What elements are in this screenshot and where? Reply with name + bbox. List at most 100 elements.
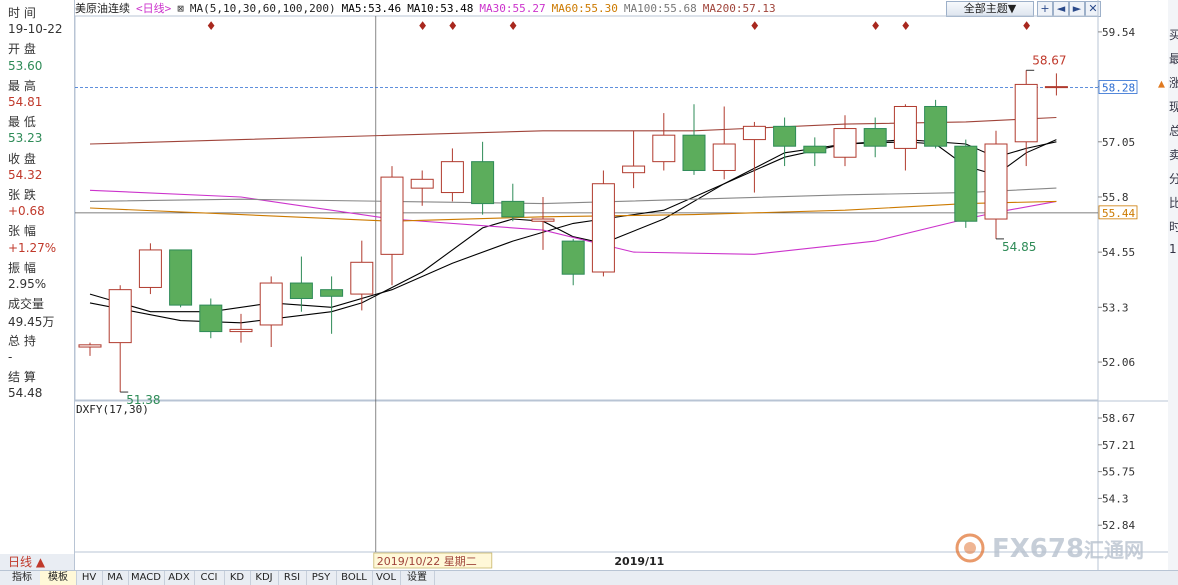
y-tick-label: 55.8 bbox=[1102, 191, 1129, 204]
right-strip-label: 1 bbox=[1169, 242, 1177, 256]
info-field: 2.95% bbox=[8, 277, 47, 291]
info-field: 结 算 bbox=[8, 370, 36, 384]
price-chart[interactable]: 59.5458.357.0555.854.5553.352.0658.6758.… bbox=[75, 0, 1168, 570]
indicator-tab[interactable]: HV bbox=[76, 571, 103, 585]
info-field: 最 低 bbox=[8, 115, 36, 130]
right-strip-label: 分 bbox=[1169, 172, 1178, 186]
candle-body bbox=[742, 125, 766, 141]
candle-body bbox=[440, 161, 464, 194]
info-field: 张 跌 bbox=[8, 188, 36, 202]
indicator-tab[interactable]: KDJ bbox=[250, 571, 279, 585]
info-field: 54.48 bbox=[8, 386, 43, 401]
candle-body bbox=[169, 249, 193, 306]
indicator-tick-label-right: 57.21 bbox=[1102, 439, 1135, 452]
event-marker-icon: ♦ bbox=[447, 19, 458, 33]
indicator-tab[interactable]: KD bbox=[224, 571, 251, 585]
indicator-tab[interactable]: 设置 bbox=[400, 571, 435, 585]
candle-body bbox=[833, 128, 857, 158]
y-tick-label: 59.54 bbox=[1102, 26, 1135, 39]
candle-body bbox=[561, 240, 585, 275]
indicator-tab[interactable]: CCI bbox=[194, 571, 225, 585]
candle-body bbox=[289, 282, 313, 299]
y-tick-label: 53.3 bbox=[1102, 301, 1129, 314]
indicator-tab[interactable]: 指标 bbox=[4, 571, 41, 585]
right-quote-strip: 买最涨现总卖分比时 1 bbox=[1168, 0, 1178, 584]
candle-body bbox=[773, 125, 797, 147]
y-tick-label: 54.55 bbox=[1102, 246, 1135, 259]
candle-body bbox=[229, 328, 253, 333]
watermark-text: FX678 bbox=[992, 534, 1084, 564]
candle-body bbox=[712, 143, 736, 171]
last-price-arrow-icon: ▲ bbox=[1158, 80, 1165, 90]
candle-body bbox=[78, 344, 102, 348]
main-plot-frame bbox=[75, 15, 1099, 401]
right-strip-label: 比 bbox=[1169, 196, 1178, 210]
candle-body bbox=[1014, 83, 1038, 143]
indicator-tab[interactable]: ADX bbox=[164, 571, 195, 585]
info-field: 53.23 bbox=[8, 131, 43, 146]
candle-body bbox=[259, 282, 283, 326]
indicator-tab[interactable]: 模板 bbox=[40, 571, 77, 585]
candle-body bbox=[1044, 86, 1068, 89]
info-field: 收 盘 bbox=[8, 151, 36, 166]
info-field: 49.45万 bbox=[8, 315, 55, 330]
indicator-tab[interactable]: BOLL bbox=[336, 571, 373, 585]
indicator-tick-label-right: 55.75 bbox=[1102, 466, 1135, 479]
candle-body bbox=[984, 143, 1008, 220]
indicator-tick-label-right: 58.67 bbox=[1102, 412, 1135, 425]
event-marker-icon: ♦ bbox=[508, 19, 519, 33]
event-marker-icon: ♦ bbox=[417, 19, 428, 33]
info-field: 总 持 bbox=[8, 333, 36, 348]
candle-body bbox=[622, 165, 646, 174]
candle-body bbox=[138, 249, 162, 288]
info-field: 张 幅 bbox=[8, 224, 36, 239]
info-field: +1.27% bbox=[8, 240, 57, 255]
right-strip-label: 涨 bbox=[1169, 76, 1178, 90]
right-strip-label: 买 bbox=[1169, 28, 1178, 42]
y-tick-label: 52.06 bbox=[1102, 356, 1135, 369]
indicator-tab[interactable]: RSI bbox=[278, 571, 307, 585]
indicator-tab-bar: 指标 模板 HV MA MACD ADX CCI KD KDJ RSI PSY BOLL VOL 设置 bbox=[0, 570, 1178, 585]
ma-line-ma10 bbox=[89, 139, 1057, 313]
info-field: 19-10-22 bbox=[8, 22, 63, 37]
period-toggle[interactable]: 日线 ▲ bbox=[0, 554, 74, 570]
candle-body bbox=[954, 145, 978, 222]
indicator-tab[interactable]: MACD bbox=[128, 571, 165, 585]
ma-line-ma100 bbox=[89, 187, 1057, 205]
month-label: 2019/11 bbox=[614, 555, 664, 568]
candle-body bbox=[410, 178, 434, 189]
info-field: 振 幅 bbox=[8, 260, 36, 275]
indicator-tick-label-right: 54.3 bbox=[1102, 492, 1129, 505]
candle-body bbox=[501, 200, 525, 218]
info-field: - bbox=[8, 349, 13, 364]
price-tag-label: 58.28 bbox=[1102, 82, 1135, 95]
candle-body bbox=[108, 289, 132, 344]
ma-line-ma60 bbox=[89, 200, 1057, 222]
info-field: 成交量 bbox=[8, 297, 45, 312]
candle-body bbox=[199, 304, 223, 333]
info-field: 时 间 bbox=[8, 6, 36, 20]
candle-body bbox=[803, 145, 827, 154]
info-field: 54.32 bbox=[8, 167, 43, 182]
extreme-label: 51.38 bbox=[126, 393, 160, 407]
indicator-tab[interactable]: PSY bbox=[306, 571, 337, 585]
indicator-tab[interactable]: MA bbox=[102, 571, 129, 585]
event-marker-icon: ♦ bbox=[749, 19, 760, 33]
right-strip-label: 卖 bbox=[1169, 148, 1178, 162]
candle-body bbox=[350, 261, 374, 295]
watermark-cn: 汇通网 bbox=[1084, 538, 1144, 562]
quote-info-panel: 时 间 19-10-22 开 盘 53.60 最 高 54.81 最 低 53.23 收 盘 54… bbox=[0, 0, 75, 584]
ma-line-ma5 bbox=[89, 139, 1057, 324]
candle-body bbox=[591, 183, 615, 273]
right-strip-label: 时 bbox=[1169, 220, 1178, 234]
fx678-watermark: FX678 汇通网 bbox=[955, 533, 1144, 564]
info-field: +0.68 bbox=[8, 204, 45, 219]
price-tag-label: 55.44 bbox=[1102, 207, 1135, 220]
right-strip-label: 现 bbox=[1169, 100, 1178, 114]
right-strip-label: 最 bbox=[1169, 52, 1178, 66]
y-tick-label: 57.05 bbox=[1102, 136, 1135, 149]
info-field: 最 高 bbox=[8, 78, 36, 93]
event-marker-icon: ♦ bbox=[900, 19, 911, 33]
indicator-tab[interactable]: VOL bbox=[372, 571, 401, 585]
info-field: 53.60 bbox=[8, 58, 43, 73]
